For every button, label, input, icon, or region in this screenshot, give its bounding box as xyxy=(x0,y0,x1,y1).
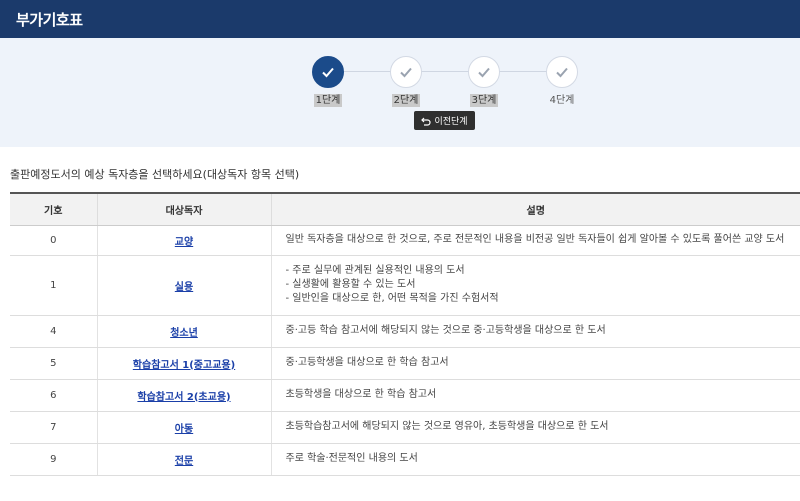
undo-icon xyxy=(421,117,432,126)
app-header: 부가기호표 xyxy=(0,0,800,38)
code-cell: 0 xyxy=(10,225,98,256)
table-row: 6 학습참고서 2(초교용) 초등학생을 대상으로 한 학습 참고서 xyxy=(10,379,800,412)
table-row: 4 청소년 중·고등 학습 참고서에 해당되지 않는 것으로 중·고등학생을 대… xyxy=(10,315,800,348)
code-cell: 9 xyxy=(10,443,98,476)
code-cell: 5 xyxy=(10,347,98,380)
reader-code-table: 기호 대상독자 설명 0 교양 일반 독자층을 대상으로 한 것으로, 주로 전… xyxy=(10,192,800,476)
table-row: 5 학습참고서 1(중고교용) 중·고등학생을 대상으로 한 학습 참고서 xyxy=(10,347,800,380)
table-row: 7 아동 초등학습참고서에 해당되지 않는 것으로 영유아, 초등학생을 대상으… xyxy=(10,411,800,444)
description-line: 중·고등학생을 대상으로 한 학습 참고서 xyxy=(285,357,449,368)
code-cell: 6 xyxy=(10,379,98,412)
stepper: 1단계 2단계 3단계 4단계 이전단계 xyxy=(0,38,800,147)
reader-link[interactable]: 실용 xyxy=(175,282,193,293)
step-2[interactable]: 2단계 xyxy=(371,56,441,107)
description-cell: 초등학습참고서에 해당되지 않는 것으로 영유아, 초등학생을 대상으로 한 도… xyxy=(271,411,800,444)
reader-link[interactable]: 아동 xyxy=(175,424,193,435)
description-line: - 실생활에 활용할 수 있는 도서 xyxy=(285,279,416,290)
description-line: 중·고등 학습 참고서에 해당되지 않는 것으로 중·고등학생을 대상으로 한 … xyxy=(285,325,606,336)
description-line: - 주로 실무에 관계된 실용적인 내용의 도서 xyxy=(285,265,465,276)
step-label: 3단계 xyxy=(469,94,499,107)
reader-link[interactable]: 교양 xyxy=(175,237,193,248)
header-reader: 대상독자 xyxy=(97,192,272,226)
check-icon xyxy=(390,56,422,88)
table-header-row: 기호 대상독자 설명 xyxy=(10,192,800,226)
header-code: 기호 xyxy=(10,192,98,226)
table-row: 0 교양 일반 독자층을 대상으로 한 것으로, 주로 전문적인 내용을 비전공… xyxy=(10,225,800,256)
header-description: 설명 xyxy=(271,192,800,226)
step-3[interactable]: 3단계 xyxy=(449,56,519,107)
reader-link[interactable]: 전문 xyxy=(175,456,193,467)
description-cell: 중·고등 학습 참고서에 해당되지 않는 것으로 중·고등학생을 대상으로 한 … xyxy=(271,315,800,348)
description-line: 초등학습참고서에 해당되지 않는 것으로 영유아, 초등학생을 대상으로 한 도… xyxy=(285,421,609,432)
check-icon xyxy=(546,56,578,88)
description-cell: 주로 학술·전문적인 내용의 도서 xyxy=(271,443,800,476)
step-label: 2단계 xyxy=(391,94,421,107)
reader-link[interactable]: 청소년 xyxy=(170,328,198,339)
reader-cell: 학습참고서 1(중고교용) xyxy=(97,347,272,380)
description-cell: - 주로 실무에 관계된 실용적인 내용의 도서 - 실생활에 활용할 수 있는… xyxy=(271,255,800,316)
description-line: - 일반인을 대상으로 한, 어떤 목적을 가진 수험서적 xyxy=(285,293,499,304)
code-cell: 1 xyxy=(10,255,98,316)
instruction-text: 출판예정도서의 예상 독자층을 선택하세요(대상독자 항목 선택) xyxy=(10,168,300,181)
table-row: 1 실용 - 주로 실무에 관계된 실용적인 내용의 도서 - 실생활에 활용할… xyxy=(10,255,800,316)
reader-cell: 교양 xyxy=(97,225,272,256)
reader-cell: 아동 xyxy=(97,411,272,444)
prev-step-label: 이전단계 xyxy=(434,117,468,127)
page-title: 부가기호표 xyxy=(16,11,83,29)
step-1[interactable]: 1단계 xyxy=(293,56,363,107)
prev-step-button[interactable]: 이전단계 xyxy=(414,111,475,130)
reader-link[interactable]: 학습참고서 2(초교용) xyxy=(137,392,230,403)
check-icon xyxy=(312,56,344,88)
description-cell: 일반 독자층을 대상으로 한 것으로, 주로 전문적인 내용을 비전공 일반 독… xyxy=(271,225,800,256)
reader-cell: 전문 xyxy=(97,443,272,476)
table-row: 9 전문 주로 학술·전문적인 내용의 도서 xyxy=(10,443,800,476)
step-label: 1단계 xyxy=(313,94,343,107)
description-line: 일반 독자층을 대상으로 한 것으로, 주로 전문적인 내용을 비전공 일반 독… xyxy=(285,234,785,245)
code-cell: 4 xyxy=(10,315,98,348)
step-label: 4단계 xyxy=(549,95,575,106)
check-icon xyxy=(468,56,500,88)
step-4[interactable]: 4단계 xyxy=(527,56,597,107)
reader-link[interactable]: 학습참고서 1(중고교용) xyxy=(133,360,235,371)
reader-cell: 실용 xyxy=(97,255,272,316)
reader-cell: 청소년 xyxy=(97,315,272,348)
code-cell: 7 xyxy=(10,411,98,444)
description-line: 초등학생을 대상으로 한 학습 참고서 xyxy=(285,389,437,400)
description-cell: 초등학생을 대상으로 한 학습 참고서 xyxy=(271,379,800,412)
description-line: 주로 학술·전문적인 내용의 도서 xyxy=(285,453,418,464)
description-cell: 중·고등학생을 대상으로 한 학습 참고서 xyxy=(271,347,800,380)
reader-cell: 학습참고서 2(초교용) xyxy=(97,379,272,412)
